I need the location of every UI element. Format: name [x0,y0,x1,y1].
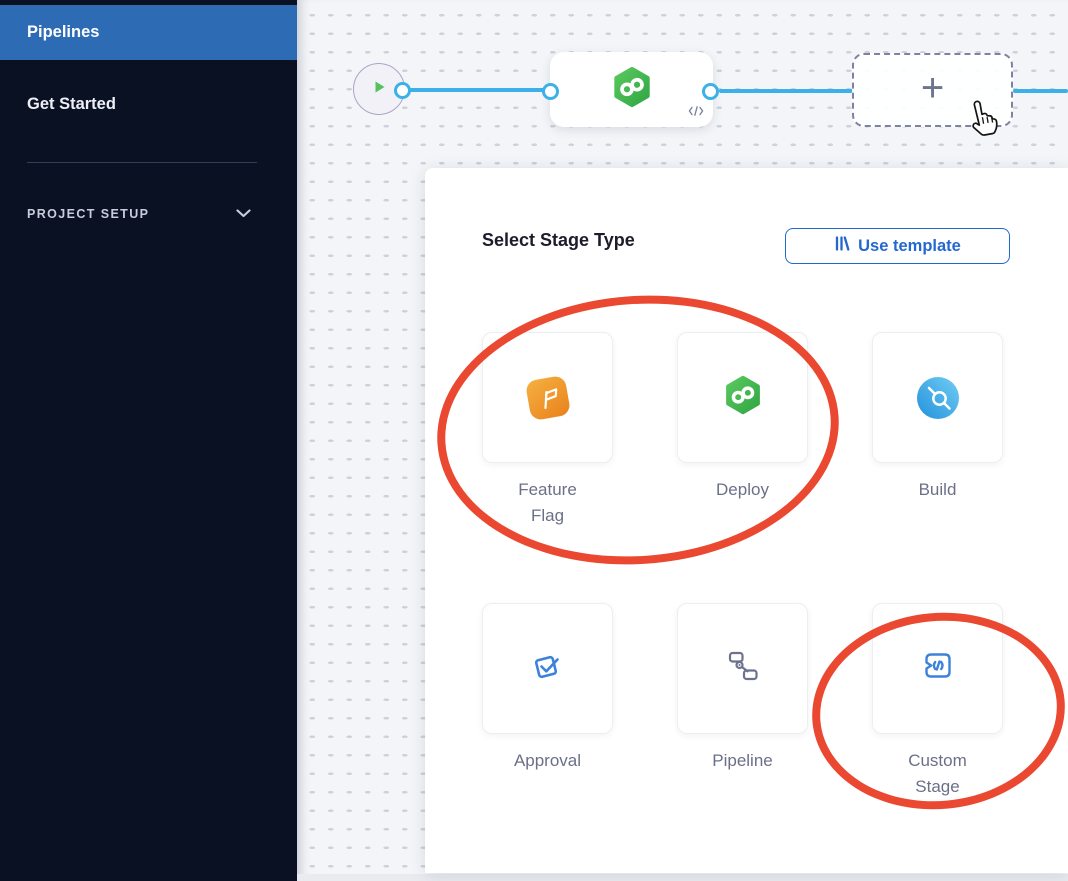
sidebar-item-label: Pipelines [27,23,99,42]
approval-icon [528,646,568,691]
stage-type-label: Build [892,477,984,503]
harness-deploy-icon [610,65,654,114]
use-template-button[interactable]: Use template [785,228,1010,264]
stage-type-label: Approval [502,748,594,774]
pipeline-icon [723,646,763,691]
feature-flag-icon [524,374,570,420]
pipeline-edge [1013,89,1068,93]
stage-type-card-build[interactable] [872,332,1003,463]
pipeline-edge [403,88,551,92]
connector-port [394,82,411,99]
stage-type-label: Deploy [697,477,789,503]
sidebar-divider [27,162,257,163]
stage-type-cell-build: Build [872,332,1003,503]
sidebar-item-pipelines[interactable]: Pipelines [0,5,297,60]
sidebar-item-get-started[interactable]: Get Started [0,77,297,132]
stage-type-label: Feature Flag [502,477,594,529]
sidebar: Pipelines Get Started PROJECT SETUP [0,0,297,881]
stage-type-cell-feature-flag: Feature Flag [482,332,613,529]
stage-type-cell-pipeline: Pipeline [677,603,808,774]
play-icon [369,77,389,102]
window-bottom-edge [297,874,1068,881]
panel-title: Select Stage Type [482,230,635,251]
pipeline-canvas: + Select Stage Type Use template [297,0,1068,881]
stage-type-card-deploy[interactable] [677,332,808,463]
stage-type-cell-deploy: Deploy [677,332,808,503]
plus-icon: + [921,73,944,103]
deploy-stage-node[interactable] [550,52,713,127]
stage-type-card-approval[interactable] [482,603,613,734]
stage-type-cell-approval: Approval [482,603,613,774]
stage-type-cell-custom-stage: Custom Stage [872,603,1003,800]
template-library-icon [834,235,850,257]
connector-port [702,83,719,100]
sidebar-section-project-setup[interactable]: PROJECT SETUP [27,201,251,227]
stage-type-card-feature-flag[interactable] [482,332,613,463]
section-label: PROJECT SETUP [27,207,149,221]
stage-type-label: Pipeline [697,748,789,774]
hand-pointer-cursor [959,95,1009,149]
build-icon [917,377,959,419]
stage-type-label: Custom Stage [892,748,984,800]
pipeline-edge [719,89,853,93]
code-icon [688,104,704,122]
connector-port [542,83,559,100]
chevron-down-icon [236,205,251,223]
deploy-icon [722,374,764,421]
pipeline-studio-screen: Pipelines Get Started PROJECT SETUP [0,0,1068,881]
sidebar-item-label: Get Started [27,95,116,114]
custom-stage-icon [918,646,958,691]
select-stage-type-panel: Select Stage Type Use template Feature F… [425,168,1068,873]
use-template-label: Use template [858,237,961,256]
stage-type-card-custom-stage[interactable] [872,603,1003,734]
stage-type-card-pipeline[interactable] [677,603,808,734]
